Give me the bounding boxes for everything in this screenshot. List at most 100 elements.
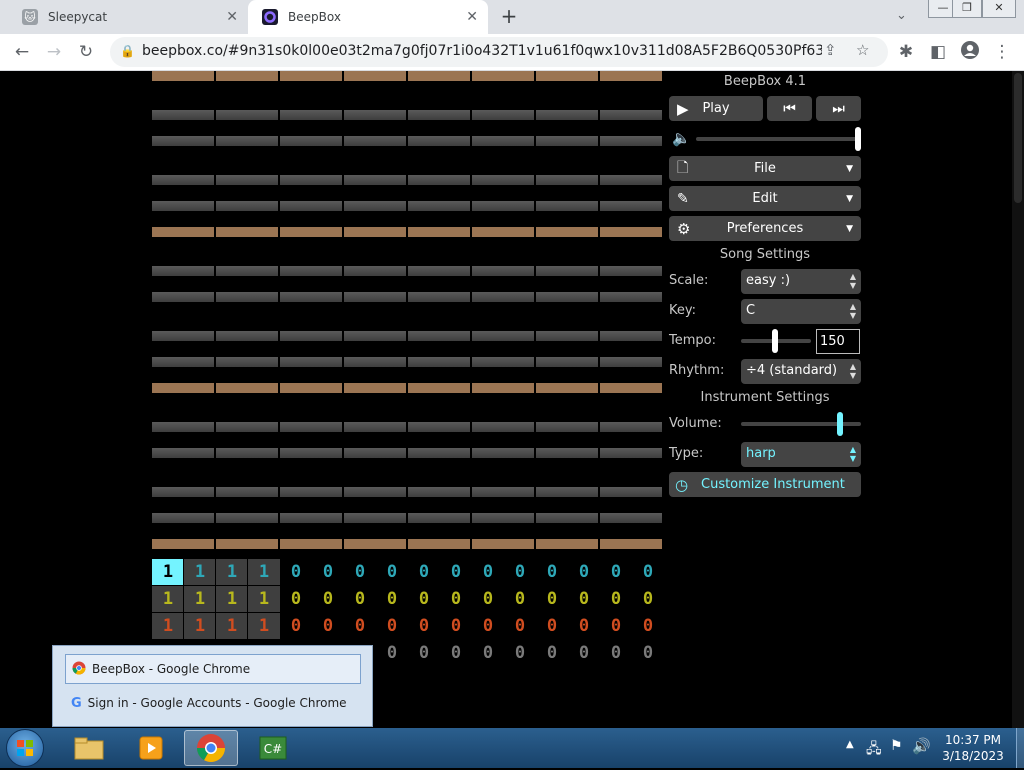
pattern-cell[interactable]: 0: [376, 559, 408, 585]
note-lane-segment[interactable]: [472, 357, 534, 367]
note-lane-segment[interactable]: [152, 357, 214, 367]
note-lane-segment[interactable]: [472, 383, 534, 393]
instrument-volume-slider[interactable]: [741, 412, 861, 436]
rhythm-select[interactable]: ÷4 (standard) ▲ ▼: [741, 359, 861, 384]
pattern-cell[interactable]: 0: [504, 559, 536, 585]
note-lane-segment[interactable]: [152, 513, 214, 523]
slider-handle[interactable]: [772, 329, 778, 353]
bookmark-star-icon[interactable]: ☆: [856, 41, 869, 59]
pattern-cell[interactable]: 0: [632, 586, 664, 612]
pattern-cell[interactable]: 0: [312, 586, 344, 612]
note-lane-segment[interactable]: [536, 539, 598, 549]
pattern-cell[interactable]: 0: [472, 559, 504, 585]
action-center-flag-icon[interactable]: ⚑: [890, 738, 903, 754]
note-lane-segment[interactable]: [408, 331, 470, 341]
note-lane-segment[interactable]: [600, 357, 662, 367]
taskbar-csharp-app[interactable]: C#: [246, 730, 300, 766]
pattern-cell[interactable]: 0: [632, 613, 664, 639]
volume-icon[interactable]: 🔊: [912, 737, 931, 755]
note-lane-segment[interactable]: [536, 448, 598, 458]
note-lane-segment[interactable]: [216, 487, 278, 497]
note-lane-segment[interactable]: [280, 136, 342, 146]
show-hidden-icons[interactable]: ▲: [846, 739, 854, 750]
scale-select[interactable]: easy :) ▲ ▼: [741, 269, 861, 294]
pattern-cell[interactable]: 0: [504, 640, 536, 666]
window-item-beepbox[interactable]: BeepBox - Google Chrome: [65, 654, 361, 684]
note-lane-segment[interactable]: [600, 448, 662, 458]
note-lane-segment[interactable]: [600, 539, 662, 549]
note-lane-segment[interactable]: [408, 487, 470, 497]
note-lane-segment[interactable]: [408, 227, 470, 237]
taskbar-chrome[interactable]: [184, 730, 238, 766]
pattern-cell[interactable]: 0: [536, 613, 568, 639]
note-lane-segment[interactable]: [344, 448, 406, 458]
note-lane-segment[interactable]: [152, 448, 214, 458]
note-lane-segment[interactable]: [600, 422, 662, 432]
master-volume-slider[interactable]: [696, 127, 861, 151]
note-lane-segment[interactable]: [600, 136, 662, 146]
note-lane-segment[interactable]: [216, 71, 278, 81]
note-lane-segment[interactable]: [600, 201, 662, 211]
note-lane-segment[interactable]: [472, 110, 534, 120]
note-lane-segment[interactable]: [536, 71, 598, 81]
forward-arrow-icon[interactable]: →: [42, 40, 66, 64]
pattern-cell[interactable]: 0: [344, 613, 376, 639]
note-lane-segment[interactable]: [536, 136, 598, 146]
note-lane-segment[interactable]: [280, 110, 342, 120]
note-lane-segment[interactable]: [216, 201, 278, 211]
note-lane-segment[interactable]: [152, 71, 214, 81]
note-lane-segment[interactable]: [536, 292, 598, 302]
note-lane-segment[interactable]: [216, 539, 278, 549]
note-lane-segment[interactable]: [536, 513, 598, 523]
note-lane-segment[interactable]: [280, 448, 342, 458]
note-lane-segment[interactable]: [600, 513, 662, 523]
note-lane-segment[interactable]: [408, 357, 470, 367]
pattern-cell[interactable]: 0: [280, 559, 312, 585]
profile-avatar-icon[interactable]: [958, 40, 982, 64]
note-lane-segment[interactable]: [408, 448, 470, 458]
note-lane-segment[interactable]: [472, 448, 534, 458]
pattern-cell[interactable]: 0: [472, 613, 504, 639]
note-lane-segment[interactable]: [344, 487, 406, 497]
edit-menu[interactable]: ✎ Edit ▼: [669, 186, 861, 211]
window-item-sign-in[interactable]: G Sign in - Google Accounts - Google Chr…: [65, 688, 361, 718]
pattern-cell[interactable]: 1: [247, 612, 281, 640]
note-lane-segment[interactable]: [344, 71, 406, 81]
note-lane-segment[interactable]: [536, 227, 598, 237]
note-lane-segment[interactable]: [280, 331, 342, 341]
note-lane-segment[interactable]: [600, 266, 662, 276]
note-lane-segment[interactable]: [344, 201, 406, 211]
restore-button[interactable]: ❐: [952, 0, 982, 18]
note-lane-segment[interactable]: [152, 383, 214, 393]
customize-instrument-button[interactable]: ◷ Customize Instrument: [669, 472, 861, 497]
note-lane-segment[interactable]: [536, 383, 598, 393]
note-lane-segment[interactable]: [472, 136, 534, 146]
note-lane-segment[interactable]: [152, 422, 214, 432]
note-lane-segment[interactable]: [536, 201, 598, 211]
pattern-cell[interactable]: 0: [472, 640, 504, 666]
key-select[interactable]: C ▲ ▼: [741, 299, 861, 324]
note-lane-segment[interactable]: [536, 266, 598, 276]
tab-sleepycat[interactable]: 🐱 Sleepycat ✕: [8, 0, 248, 34]
pattern-cell[interactable]: 0: [280, 586, 312, 612]
pattern-cell[interactable]: 0: [600, 613, 632, 639]
pattern-cell[interactable]: 1: [151, 558, 185, 586]
pattern-editor[interactable]: [152, 71, 662, 551]
pattern-cell[interactable]: 0: [504, 613, 536, 639]
taskbar-media-player[interactable]: [124, 730, 178, 766]
note-lane-segment[interactable]: [600, 331, 662, 341]
note-lane-segment[interactable]: [344, 266, 406, 276]
note-lane-segment[interactable]: [472, 487, 534, 497]
note-lane-segment[interactable]: [216, 227, 278, 237]
pattern-cell[interactable]: 0: [376, 613, 408, 639]
note-lane-segment[interactable]: [472, 513, 534, 523]
note-lane-segment[interactable]: [152, 331, 214, 341]
note-lane-segment[interactable]: [408, 136, 470, 146]
note-lane-segment[interactable]: [472, 539, 534, 549]
note-lane-segment[interactable]: [472, 266, 534, 276]
note-lane-segment[interactable]: [152, 487, 214, 497]
pattern-cell[interactable]: 0: [568, 640, 600, 666]
pattern-cell[interactable]: 0: [312, 613, 344, 639]
note-lane-segment[interactable]: [408, 110, 470, 120]
pattern-cell[interactable]: 0: [376, 586, 408, 612]
